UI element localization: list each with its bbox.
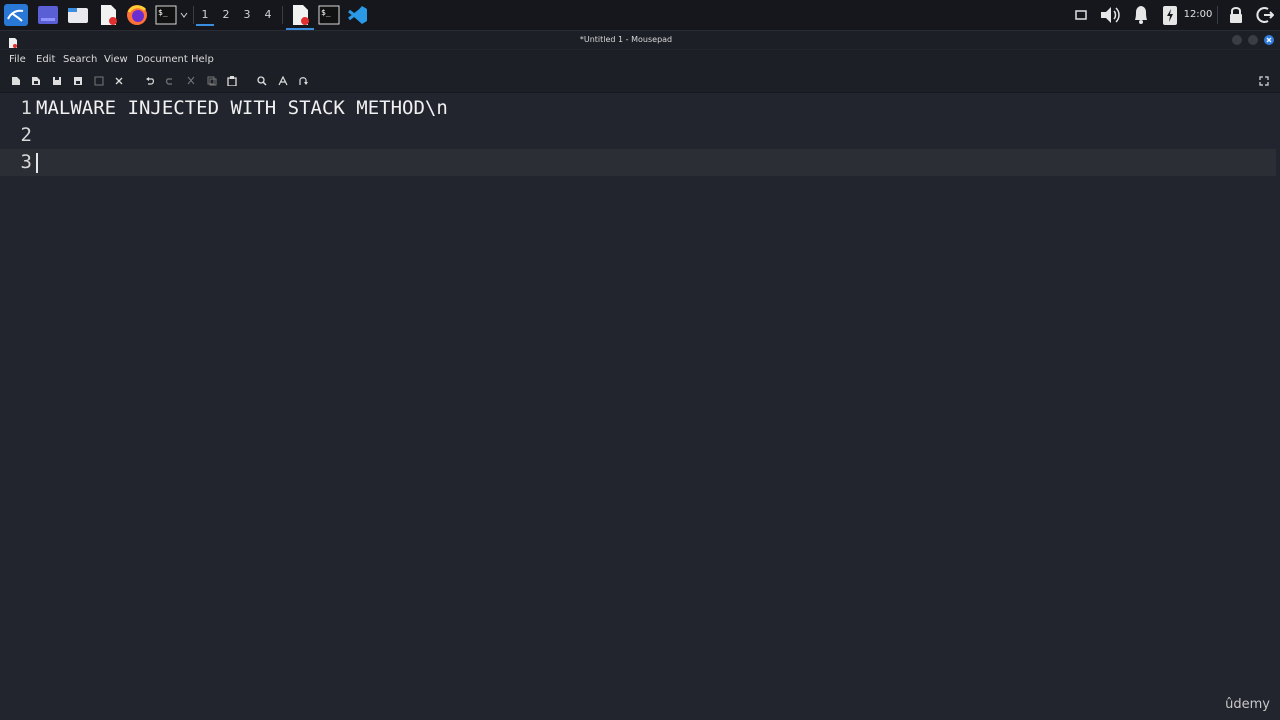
toolbar <box>0 70 1280 93</box>
reload-icon[interactable] <box>92 74 106 88</box>
workspace-2[interactable]: 2 <box>217 6 235 24</box>
udemy-watermark: ûdemy <box>1225 697 1270 712</box>
task-mousepad-icon[interactable] <box>289 4 311 26</box>
text-editor-area[interactable]: 1 MALWARE INJECTED WITH STACK METHOD\n 2… <box>0 93 1280 720</box>
find-replace-icon[interactable] <box>276 74 290 88</box>
svg-text:$_: $_ <box>158 8 168 17</box>
copy-icon[interactable] <box>205 74 219 88</box>
new-document-icon[interactable] <box>9 74 23 88</box>
menu-edit[interactable]: Edit <box>35 53 56 67</box>
window-title: *Untitled 1 - Mousepad <box>579 35 673 44</box>
kali-menu-icon[interactable] <box>3 4 29 26</box>
editor-line[interactable]: 1 MALWARE INJECTED WITH STACK METHOD\n <box>0 95 1276 122</box>
line-number: 2 <box>20 124 32 146</box>
line-number: 3 <box>20 151 32 173</box>
terminal-icon[interactable]: $_ <box>154 4 178 26</box>
task-terminal-icon[interactable]: $_ <box>318 4 340 26</box>
file-manager-icon[interactable] <box>67 4 89 26</box>
menu-file[interactable]: File <box>8 53 27 67</box>
tray-window-icon[interactable] <box>1070 4 1092 26</box>
menu-bar: File Edit Search View Document Help <box>0 50 1280 70</box>
top-panel: $_ 1 2 3 4 $_ 12:00 <box>0 0 1280 31</box>
save-icon[interactable] <box>50 74 64 88</box>
menu-view[interactable]: View <box>103 53 129 67</box>
text-editor-icon[interactable] <box>97 4 119 26</box>
maximize-button[interactable] <box>1248 35 1258 45</box>
text-cursor <box>36 153 38 173</box>
new-window-icon[interactable] <box>29 74 43 88</box>
save-as-icon[interactable] <box>71 74 85 88</box>
task-vscode-icon[interactable] <box>347 4 369 26</box>
editor-line-current[interactable]: 3 <box>0 149 1276 176</box>
go-to-line-icon[interactable] <box>296 74 310 88</box>
svg-text:$_: $_ <box>321 8 331 17</box>
volume-icon[interactable] <box>1099 4 1121 26</box>
menu-help[interactable]: Help <box>190 53 215 67</box>
menu-document[interactable]: Document <box>135 53 189 67</box>
lock-screen-icon[interactable] <box>1225 4 1247 26</box>
find-icon[interactable] <box>255 74 269 88</box>
firefox-icon[interactable] <box>126 4 148 26</box>
show-desktop-icon[interactable] <box>37 4 59 26</box>
minimize-button[interactable] <box>1232 35 1242 45</box>
notifications-bell-icon[interactable] <box>1130 4 1152 26</box>
undo-icon[interactable] <box>143 74 157 88</box>
close-button[interactable] <box>1264 35 1274 45</box>
close-document-icon[interactable] <box>112 74 126 88</box>
workspace-3[interactable]: 3 <box>238 6 256 24</box>
line-text[interactable]: MALWARE INJECTED WITH STACK METHOD\n <box>36 95 448 122</box>
editor-line[interactable]: 2 <box>0 122 1276 149</box>
window-titlebar[interactable]: *Untitled 1 - Mousepad <box>0 31 1280 49</box>
clock[interactable]: 12:00 <box>1180 7 1216 23</box>
line-number: 1 <box>20 97 32 119</box>
workspace-4[interactable]: 4 <box>259 6 277 24</box>
redo-icon[interactable] <box>163 74 177 88</box>
menu-search[interactable]: Search <box>62 53 98 67</box>
workspace-1[interactable]: 1 <box>196 6 214 26</box>
chevron-down-icon[interactable] <box>179 4 189 26</box>
paste-icon[interactable] <box>225 74 239 88</box>
fullscreen-icon[interactable] <box>1257 74 1271 88</box>
cut-icon[interactable] <box>184 74 198 88</box>
power-manager-icon[interactable] <box>1159 4 1181 26</box>
logout-icon[interactable] <box>1254 4 1276 26</box>
